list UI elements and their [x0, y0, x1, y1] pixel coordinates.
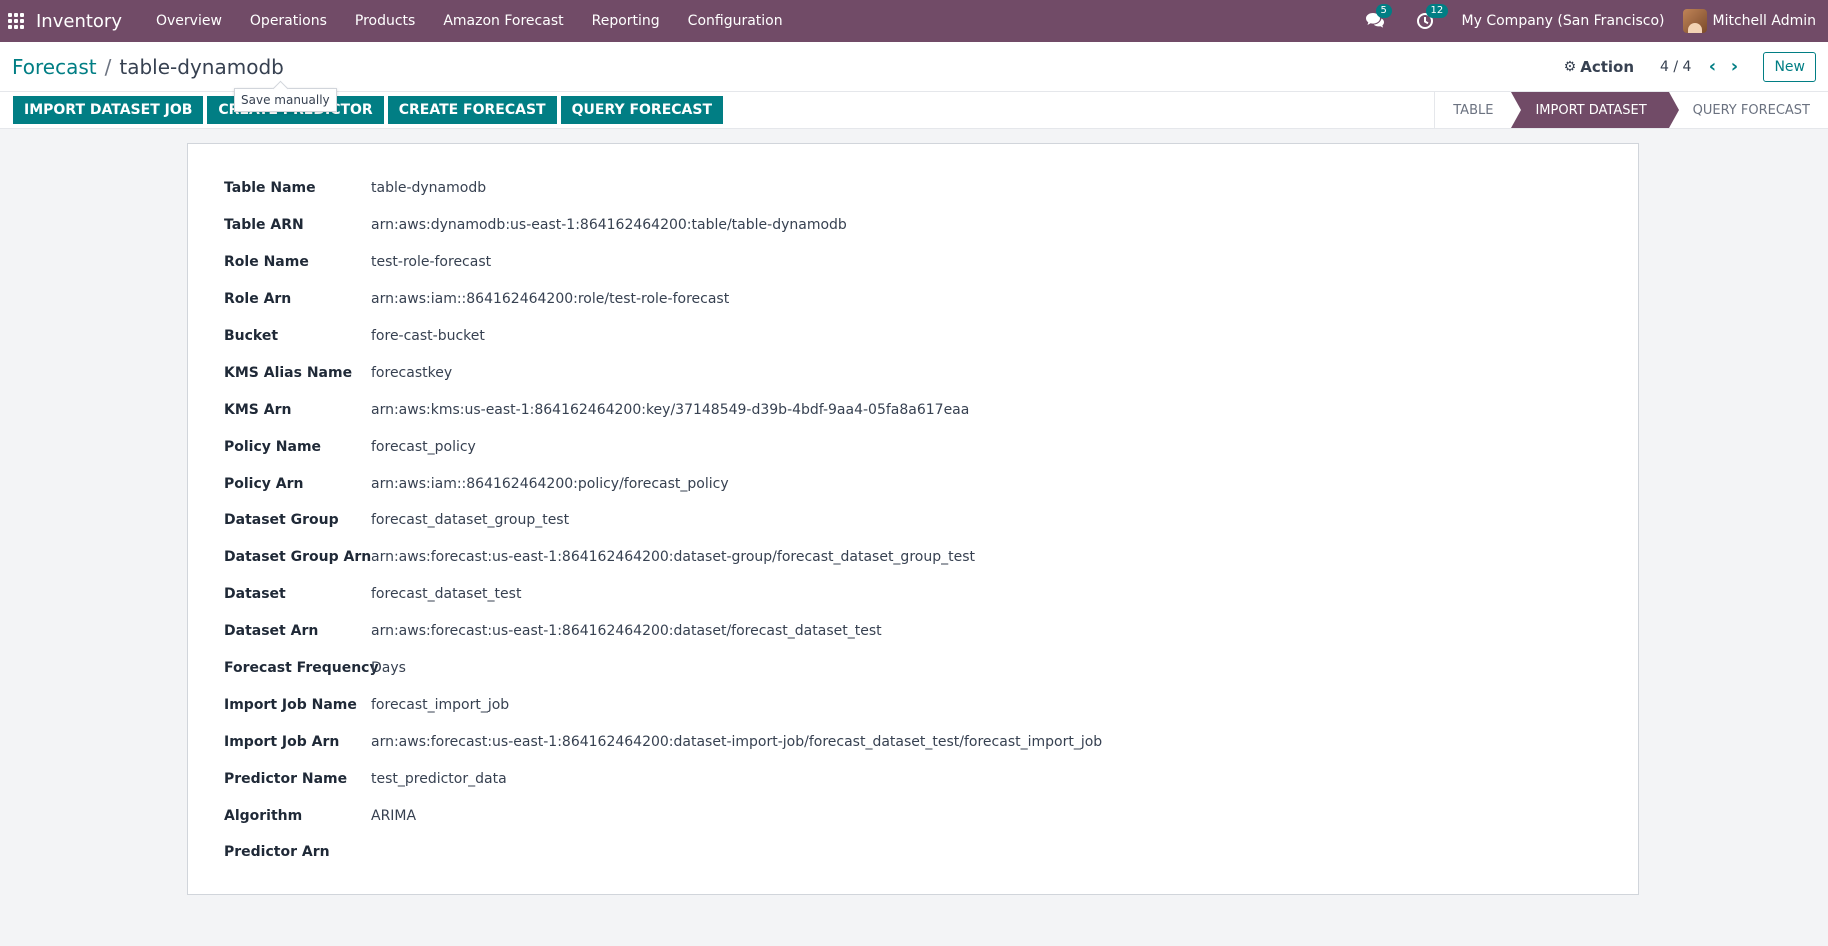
- stage-bar: TABLE IMPORT DATASET QUERY FORECAST: [1434, 92, 1828, 128]
- field-policy-name: Policy Name forecast_policy: [224, 428, 1602, 465]
- control-panel-right: ⚙ Action 4 / 4 ‹ › New: [1564, 51, 1816, 82]
- field-label: Table Name: [224, 180, 316, 197]
- field-label: Import Job Name: [224, 696, 357, 713]
- field-import-job-name: Import Job Name forecast_import_job: [224, 686, 1602, 723]
- field-bucket: Bucket fore-cast-bucket: [224, 318, 1602, 355]
- field-label: Dataset Group Arn: [224, 549, 372, 566]
- action-menu-button[interactable]: ⚙ Action: [1564, 58, 1634, 76]
- field-predictor-arn: Predictor Arn: [224, 834, 1602, 871]
- main-menu: Overview Operations Products Amazon Fore…: [142, 0, 797, 42]
- field-value[interactable]: arn:aws:forecast:us-east-1:864162464200:…: [371, 623, 882, 639]
- apps-menu-icon[interactable]: [8, 13, 24, 29]
- field-role-arn: Role Arn arn:aws:iam::864162464200:role/…: [224, 281, 1602, 318]
- field-value[interactable]: arn:aws:iam::864162464200:policy/forecas…: [371, 476, 729, 492]
- menu-item-products[interactable]: Products: [341, 0, 429, 42]
- breadcrumb: Forecast / table-dynamodb: [12, 55, 284, 79]
- field-dataset-group-arn: Dataset Group Arn arn:aws:forecast:us-ea…: [224, 539, 1602, 576]
- field-table-name: Table Name table-dynamodb: [224, 170, 1602, 207]
- field-label: Algorithm: [224, 807, 303, 824]
- stage-query-forecast[interactable]: QUERY FORECAST: [1669, 92, 1828, 128]
- field-label: Dataset: [224, 586, 286, 603]
- field-value[interactable]: forecastkey: [371, 365, 452, 381]
- field-value[interactable]: forecast_dataset_test: [371, 586, 521, 602]
- breadcrumb-forecast-link[interactable]: Forecast: [12, 55, 97, 79]
- top-navbar: Inventory Overview Operations Products A…: [0, 0, 1828, 42]
- field-value[interactable]: table-dynamodb: [371, 180, 486, 196]
- menu-item-amazon-forecast[interactable]: Amazon Forecast: [429, 0, 577, 42]
- field-algorithm: Algorithm ARIMA: [224, 797, 1602, 834]
- control-panel: Forecast / table-dynamodb ⚙ Action 4 / 4…: [0, 42, 1828, 92]
- pager-value[interactable]: 4 / 4: [1660, 59, 1691, 75]
- menu-item-configuration[interactable]: Configuration: [674, 0, 797, 42]
- field-dataset: Dataset forecast_dataset_test: [224, 576, 1602, 613]
- field-label: Predictor Name: [224, 770, 348, 787]
- field-table-arn: Table ARN arn:aws:dynamodb:us-east-1:864…: [224, 207, 1602, 244]
- new-record-button[interactable]: New: [1763, 51, 1816, 82]
- field-label: Dataset Arn: [224, 623, 319, 640]
- field-label: Policy Name: [224, 438, 322, 455]
- create-forecast-button[interactable]: CREATE FORECAST: [387, 96, 557, 124]
- navbar-systray: 5 12 My Company (San Francisco) Mitchell…: [1350, 0, 1828, 42]
- field-value[interactable]: arn:aws:forecast:us-east-1:864162464200:…: [371, 549, 975, 565]
- field-dataset-arn: Dataset Arn arn:aws:forecast:us-east-1:8…: [224, 613, 1602, 650]
- stage-import-dataset[interactable]: IMPORT DATASET: [1511, 92, 1679, 128]
- field-value[interactable]: arn:aws:forecast:us-east-1:864162464200:…: [371, 734, 1102, 750]
- company-switcher[interactable]: My Company (San Francisco): [1462, 13, 1665, 29]
- field-label: Forecast Frequency: [224, 660, 379, 677]
- field-value[interactable]: Days: [371, 660, 406, 676]
- menu-item-overview[interactable]: Overview: [142, 0, 236, 42]
- messages-button[interactable]: 5: [1364, 4, 1392, 32]
- field-label: Bucket: [224, 328, 279, 344]
- field-predictor-name: Predictor Name test_predictor_data: [224, 760, 1602, 797]
- breadcrumb-separator: /: [104, 54, 112, 79]
- field-policy-arn: Policy Arn arn:aws:iam::864162464200:pol…: [224, 465, 1602, 502]
- save-manually-tooltip: Save manually: [234, 88, 337, 112]
- field-label: Import Job Arn: [224, 733, 340, 750]
- field-forecast-frequency: Forecast Frequency Days: [224, 650, 1602, 687]
- user-avatar[interactable]: [1682, 9, 1707, 33]
- query-forecast-button[interactable]: QUERY FORECAST: [560, 96, 724, 124]
- field-value[interactable]: fore-cast-bucket: [371, 328, 485, 344]
- field-value[interactable]: forecast_dataset_group_test: [371, 512, 569, 528]
- field-kms-arn: KMS Arn arn:aws:kms:us-east-1:8641624642…: [224, 391, 1602, 428]
- field-value[interactable]: ARIMA: [371, 808, 416, 824]
- field-label: KMS Alias Name: [224, 364, 353, 381]
- field-dataset-group: Dataset Group forecast_dataset_group_tes…: [224, 502, 1602, 539]
- field-value[interactable]: test_predictor_data: [371, 771, 507, 787]
- field-kms-alias-name: KMS Alias Name forecastkey: [224, 354, 1602, 391]
- action-label: Action: [1580, 57, 1635, 76]
- menu-item-reporting[interactable]: Reporting: [578, 0, 674, 42]
- activities-count-badge: 12: [1425, 4, 1449, 18]
- import-dataset-job-button[interactable]: IMPORT DATASET JOB: [13, 96, 204, 124]
- field-import-job-arn: Import Job Arn arn:aws:forecast:us-east-…: [224, 723, 1602, 760]
- form-sheet: Table Name table-dynamodb Table ARN arn:…: [187, 143, 1639, 895]
- field-label: Table ARN: [224, 217, 304, 234]
- field-label: Policy Arn: [224, 475, 304, 492]
- field-value[interactable]: forecast_import_job: [371, 697, 509, 713]
- pager-previous-icon[interactable]: ‹: [1701, 56, 1723, 77]
- field-label: Role Arn: [224, 291, 292, 308]
- messages-count-badge: 5: [1375, 4, 1392, 18]
- field-label: Role Name: [224, 254, 309, 271]
- gear-icon: ⚙: [1563, 58, 1577, 75]
- field-value[interactable]: forecast_policy: [371, 439, 476, 455]
- field-value[interactable]: arn:aws:kms:us-east-1:864162464200:key/3…: [371, 402, 969, 418]
- field-value[interactable]: test-role-forecast: [371, 254, 491, 270]
- field-label: KMS Arn: [224, 401, 292, 418]
- field-label: Predictor Arn: [224, 844, 330, 861]
- field-role-name: Role Name test-role-forecast: [224, 244, 1602, 281]
- field-label: Dataset Group: [224, 512, 339, 529]
- record-title: table-dynamodb: [119, 54, 284, 79]
- menu-item-operations[interactable]: Operations: [236, 0, 341, 42]
- pager-next-icon[interactable]: ›: [1723, 56, 1745, 77]
- user-menu[interactable]: Mitchell Admin: [1713, 13, 1817, 29]
- activities-button[interactable]: 12: [1414, 4, 1449, 32]
- stage-table[interactable]: TABLE: [1434, 92, 1511, 128]
- app-name[interactable]: Inventory: [36, 11, 122, 32]
- field-value[interactable]: arn:aws:iam::864162464200:role/test-role…: [371, 291, 729, 307]
- field-value[interactable]: arn:aws:dynamodb:us-east-1:864162464200:…: [371, 217, 847, 233]
